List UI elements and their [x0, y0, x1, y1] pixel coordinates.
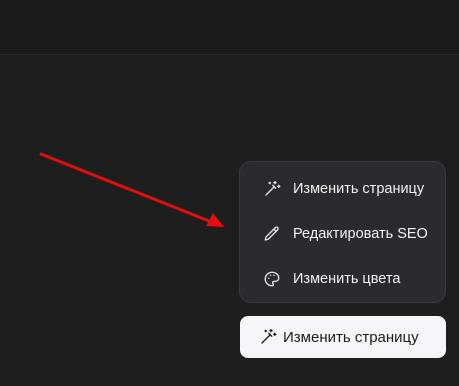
edit-page-button-label: Изменить страницу — [283, 328, 419, 346]
menu-item-edit-page[interactable]: Изменить страницу — [240, 166, 445, 211]
menu-item-edit-seo[interactable]: Редактировать SEO — [240, 211, 445, 256]
top-bar — [0, 0, 459, 55]
palette-icon — [262, 269, 282, 289]
magic-wand-icon — [262, 179, 282, 199]
pencil-icon — [262, 224, 282, 244]
menu-item-label: Изменить цвета — [293, 270, 401, 287]
page-actions-menu: Изменить страницу Редактировать SEO Изме… — [239, 161, 446, 303]
menu-item-label: Редактировать SEO — [293, 225, 428, 242]
menu-item-label: Изменить страницу — [293, 180, 425, 197]
magic-wand-icon — [258, 327, 278, 347]
edit-page-button[interactable]: Изменить страницу — [240, 316, 446, 358]
menu-item-edit-colors[interactable]: Изменить цвета — [240, 256, 445, 301]
